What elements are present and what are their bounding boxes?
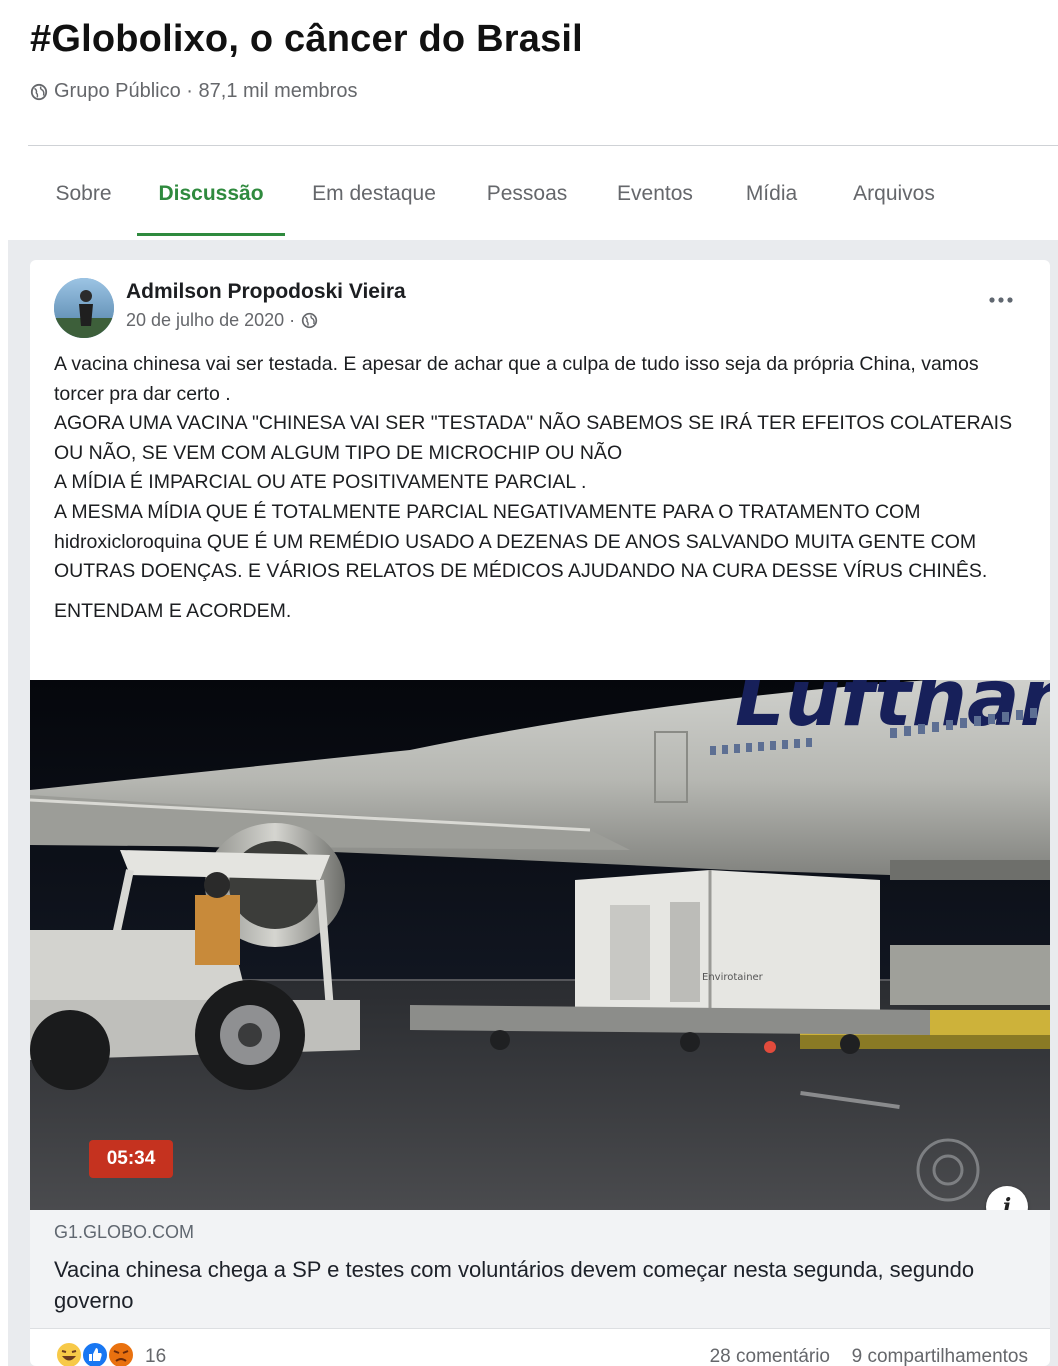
tab-arquivos[interactable]: Arquivos bbox=[824, 150, 964, 238]
post-date: 20 de julho de 2020 · bbox=[126, 310, 318, 331]
link-title[interactable]: Vacina chinesa chega a SP e testes com v… bbox=[54, 1254, 994, 1316]
group-tabs: Sobre Discussão Em destaque Pessoas Even… bbox=[30, 150, 964, 240]
tab-pessoas[interactable]: Pessoas bbox=[463, 150, 591, 238]
tab-midia[interactable]: Mídia bbox=[719, 150, 824, 238]
link-domain: G1.GLOBO.COM bbox=[54, 1222, 195, 1242]
link-preview[interactable]: G1.GLOBO.COM Vacina chinesa chega a SP e… bbox=[30, 1210, 1050, 1329]
share-count[interactable]: 9 compartilhamentos bbox=[852, 1346, 1028, 1366]
group-meta-text: Grupo Público · 87,1 mil membros bbox=[54, 80, 358, 102]
avatar-image bbox=[54, 278, 114, 338]
post-paragraph: A vacina chinesa vai ser testada. E apes… bbox=[54, 353, 1013, 583]
globe-icon bbox=[301, 312, 318, 329]
angry-reaction-icon bbox=[107, 1341, 135, 1366]
post-text: A vacina chinesa vai ser testada. E apes… bbox=[54, 350, 1029, 636]
avatar[interactable] bbox=[54, 278, 114, 338]
tab-sobre[interactable]: Sobre bbox=[30, 150, 137, 238]
post-paragraph: ENTENDAM E ACORDEM. bbox=[54, 599, 292, 622]
author-name[interactable]: Admilson Propodoski Vieira bbox=[126, 280, 406, 304]
comment-count[interactable]: 28 comentário bbox=[710, 1346, 830, 1366]
post-card: Admilson Propodoski Vieira 20 de julho d… bbox=[30, 260, 1050, 1366]
group-header: #Globolixo, o câncer do Brasil Grupo Púb… bbox=[0, 0, 1058, 240]
reactions-bar: 16 28 comentário 9 compartilhamentos bbox=[30, 1332, 1050, 1366]
globe-icon bbox=[30, 83, 48, 100]
tab-discussao[interactable]: Discussão bbox=[137, 150, 285, 238]
post-date-text[interactable]: 20 de julho de 2020 · bbox=[126, 310, 295, 331]
tab-em-destaque[interactable]: Em destaque bbox=[285, 150, 463, 238]
tab-eventos[interactable]: Eventos bbox=[591, 150, 719, 238]
video-frame: Lufthansa bbox=[30, 680, 1050, 1210]
reaction-count[interactable]: 16 bbox=[145, 1346, 166, 1366]
group-meta: Grupo Público · 87,1 mil membros bbox=[30, 80, 357, 103]
container-label: Envirotainer bbox=[702, 972, 764, 983]
header-divider bbox=[28, 145, 1058, 146]
more-options-icon[interactable] bbox=[986, 290, 1016, 310]
video-duration-badge: 05:34 bbox=[89, 1140, 173, 1178]
group-title[interactable]: #Globolixo, o câncer do Brasil bbox=[30, 18, 583, 61]
reaction-icons[interactable] bbox=[54, 1340, 135, 1366]
video-thumbnail[interactable]: Lufthansa bbox=[30, 680, 1050, 1210]
